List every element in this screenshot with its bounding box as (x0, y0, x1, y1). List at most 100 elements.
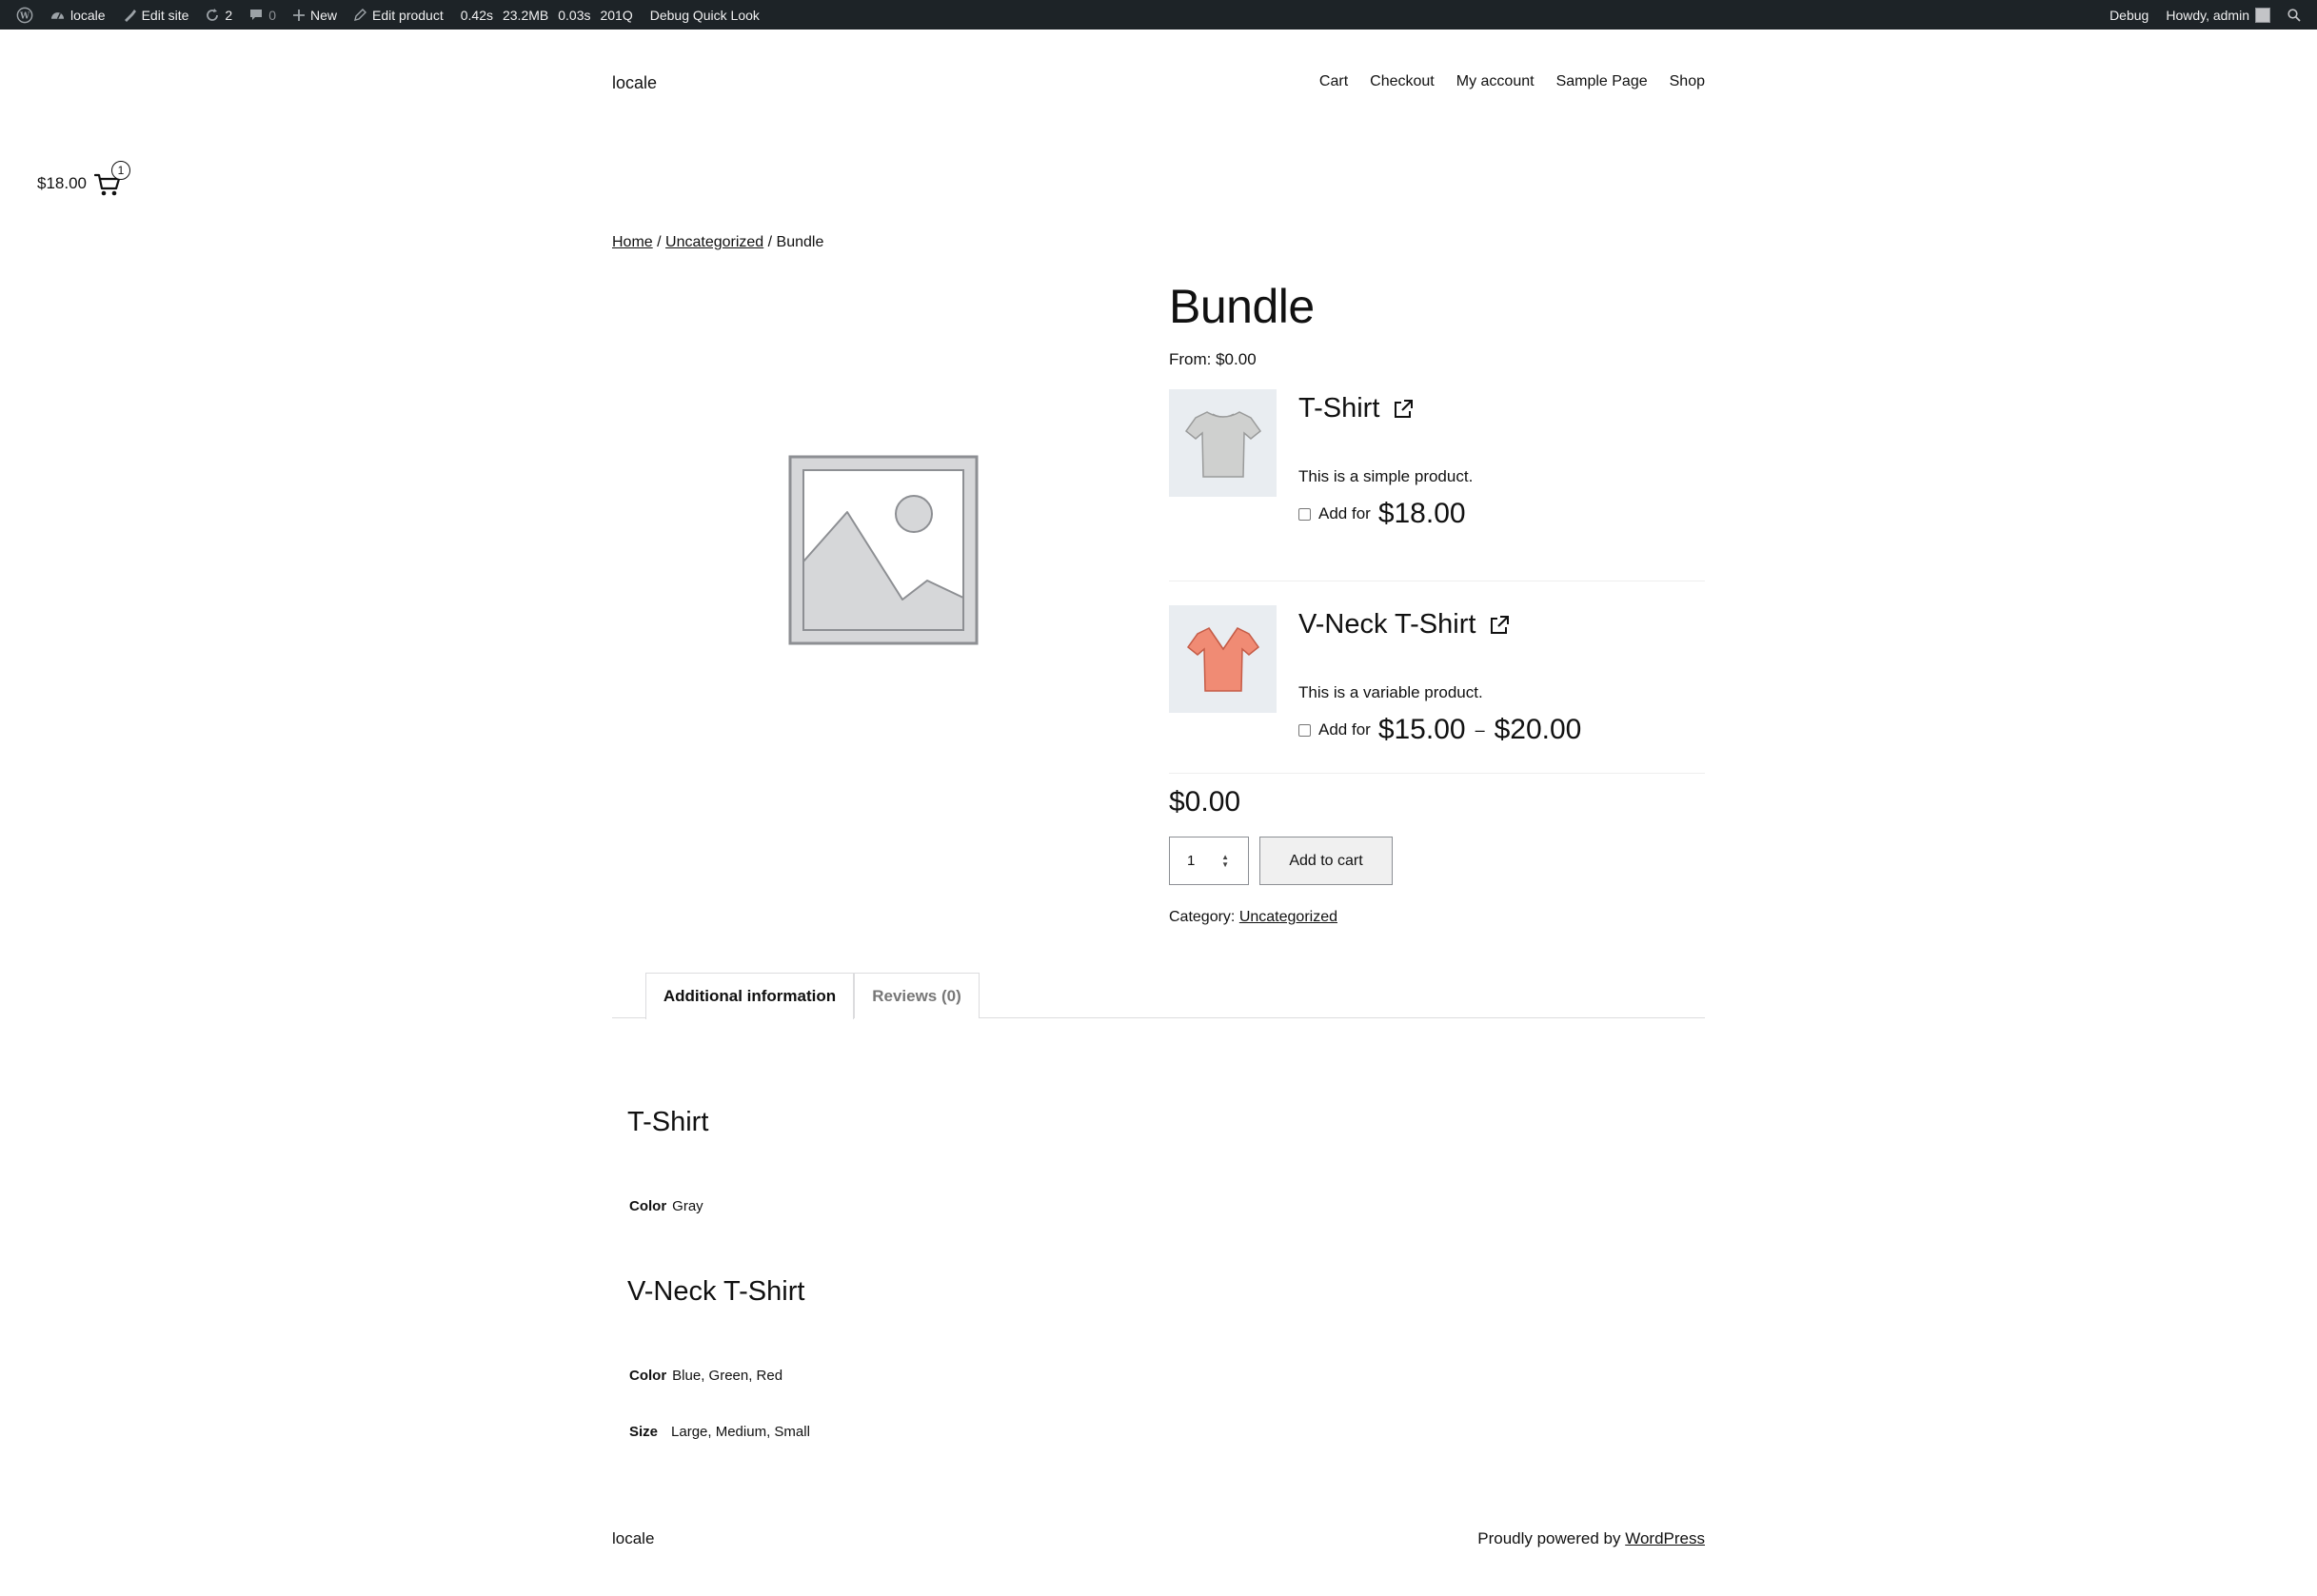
wordpress-logo-icon[interactable]: W (8, 0, 42, 30)
mini-cart[interactable]: $18.00 1 (37, 161, 130, 198)
attribute-row: Color Blue, Green, Red (629, 1368, 782, 1384)
avatar (2255, 7, 2270, 23)
bundle-item-tshirt: T-Shirt This is a simple product. Add fo… (1169, 389, 1705, 581)
image-placeholder-icon (788, 455, 979, 645)
admin-bar-left: W locale Edit site 2 0 New Edit product … (8, 0, 768, 30)
nav-item-cart[interactable]: Cart (1319, 73, 1348, 90)
product-tabs: Additional information Reviews (0) (612, 973, 1705, 1019)
bundle-item-title[interactable]: T-Shirt (1298, 393, 1414, 424)
breadcrumb-separator: / (652, 234, 666, 250)
edit-product-label: Edit product (372, 7, 444, 23)
debug-label: Debug (2109, 7, 2149, 23)
attribute-value: Gray (672, 1198, 703, 1214)
admin-bar-account[interactable]: Howdy, admin (2157, 0, 2279, 30)
bundle-item-add: Add for $18.00 (1298, 498, 1466, 530)
product-placeholder-image[interactable] (788, 455, 979, 645)
add-for-label: Add for (1318, 720, 1371, 739)
nav-item-shop[interactable]: Shop (1670, 73, 1705, 90)
breadcrumb-category[interactable]: Uncategorized (665, 234, 763, 250)
admin-bar: W locale Edit site 2 0 New Edit product … (0, 0, 2317, 30)
breadcrumb-current: Bundle (776, 234, 824, 250)
howdy-label: Howdy, admin (2166, 7, 2249, 23)
bundle-item-price-max: $20.00 (1494, 714, 1582, 745)
cart-count-badge: 1 (111, 161, 130, 180)
external-link-icon[interactable] (1489, 615, 1510, 636)
product-summary: Bundle From: $0.00 T-Shirt This is a sim… (1169, 278, 1705, 774)
plus-icon (293, 9, 305, 21)
nav-item-my-account[interactable]: My account (1456, 73, 1535, 90)
vneck-thumbnail[interactable] (1169, 605, 1277, 713)
footer-credit: Proudly powered by WordPress (1477, 1529, 1705, 1548)
add-tshirt-checkbox[interactable] (1298, 507, 1311, 521)
updates-count: 2 (225, 7, 233, 23)
brush-icon (124, 9, 136, 22)
footer-site-title[interactable]: locale (612, 1529, 654, 1548)
bundle-item-title[interactable]: V-Neck T-Shirt (1298, 609, 1510, 640)
powered-by-label: Proudly powered by (1477, 1529, 1621, 1547)
qm-db-time: 0.03s (558, 7, 591, 23)
quantity-spinner-icon[interactable]: ▲ ▼ (1221, 854, 1229, 869)
bundle-item-title-text: V-Neck T-Shirt (1298, 609, 1476, 640)
bundle-item-vneck-tshirt: V-Neck T-Shirt This is a variable produc… (1169, 581, 1705, 774)
bundle-item-description: This is a simple product. (1298, 467, 1474, 485)
admin-bar-new[interactable]: New (285, 0, 346, 30)
attribute-label: Color (629, 1368, 667, 1384)
price-range-separator: – (1475, 719, 1485, 739)
add-for-label: Add for (1318, 504, 1371, 522)
external-link-icon[interactable] (1393, 399, 1414, 420)
bundle-item-add: Add for $15.00 – $20.00 (1298, 714, 1581, 746)
admin-bar-debug[interactable]: Debug (2101, 0, 2157, 30)
bundle-item-title-text: T-Shirt (1298, 393, 1380, 424)
tshirt-thumbnail[interactable] (1169, 389, 1277, 497)
product-title: Bundle (1169, 280, 1315, 333)
attribute-row: Size Large, Medium, Small (629, 1424, 810, 1440)
bundle-item-description: This is a variable product. (1298, 683, 1483, 701)
bundle-total-price: $0.00 (1169, 786, 1241, 818)
product-category: Category: Uncategorized (1169, 909, 1337, 926)
svg-text:W: W (19, 11, 30, 21)
tab-reviews[interactable]: Reviews (0) (854, 973, 980, 1018)
nav-item-sample-page[interactable]: Sample Page (1556, 73, 1648, 90)
updates-icon (207, 8, 219, 21)
mini-cart-total: $18.00 (37, 174, 87, 192)
category-label: Category: (1169, 909, 1236, 925)
admin-bar-comments[interactable]: 0 (241, 0, 285, 30)
wordpress-link[interactable]: WordPress (1625, 1529, 1705, 1547)
admin-bar-edit-product[interactable]: Edit product (346, 0, 452, 30)
attribute-label: Size (629, 1424, 659, 1440)
main-navigation: Cart Checkout My account Sample Page Sho… (1319, 73, 1705, 90)
attribute-label: Color (629, 1198, 667, 1214)
admin-bar-updates[interactable]: 2 (197, 0, 241, 30)
debug-quick-look-label: Debug Quick Look (649, 7, 760, 23)
new-label: New (310, 7, 338, 23)
nav-item-checkout[interactable]: Checkout (1370, 73, 1435, 90)
category-link[interactable]: Uncategorized (1239, 909, 1337, 925)
attribute-row: Color Gray (629, 1198, 703, 1214)
pencil-icon (354, 9, 367, 21)
comment-icon (250, 9, 263, 20)
admin-bar-site[interactable]: locale (42, 0, 114, 30)
dashboard-icon (50, 12, 65, 20)
search-icon (2287, 8, 2301, 22)
quantity-stepper[interactable]: 1 ▲ ▼ (1169, 837, 1249, 885)
vneck-tshirt-icon (1186, 627, 1260, 692)
from-price: From: $0.00 (1169, 350, 1257, 368)
quantity-value: 1 (1187, 853, 1196, 869)
breadcrumb: Home / Uncategorized / Bundle (612, 234, 823, 251)
admin-bar-search[interactable] (2279, 0, 2309, 30)
breadcrumb-separator: / (763, 234, 777, 250)
tab-additional-information[interactable]: Additional information (645, 973, 854, 1019)
admin-bar-right: Debug Howdy, admin (2101, 0, 2309, 30)
attribute-value: Large, Medium, Small (671, 1424, 810, 1440)
bundle-item-price-min: $15.00 (1377, 714, 1466, 745)
breadcrumb-home[interactable]: Home (612, 234, 653, 250)
admin-bar-edit-site[interactable]: Edit site (114, 0, 198, 30)
add-vneck-checkbox[interactable] (1298, 723, 1311, 737)
admin-bar-query-monitor[interactable]: 0.42s 23.2MB 0.03s 201Q (452, 0, 642, 30)
site-title[interactable]: locale (612, 73, 657, 93)
comments-count: 0 (268, 7, 276, 23)
additional-info-heading-vneck: V-Neck T-Shirt (627, 1276, 805, 1307)
add-to-cart-button[interactable]: Add to cart (1259, 837, 1393, 885)
admin-bar-debug-quick-look[interactable]: Debug Quick Look (642, 0, 768, 30)
bundle-item-price: $18.00 (1377, 498, 1466, 529)
